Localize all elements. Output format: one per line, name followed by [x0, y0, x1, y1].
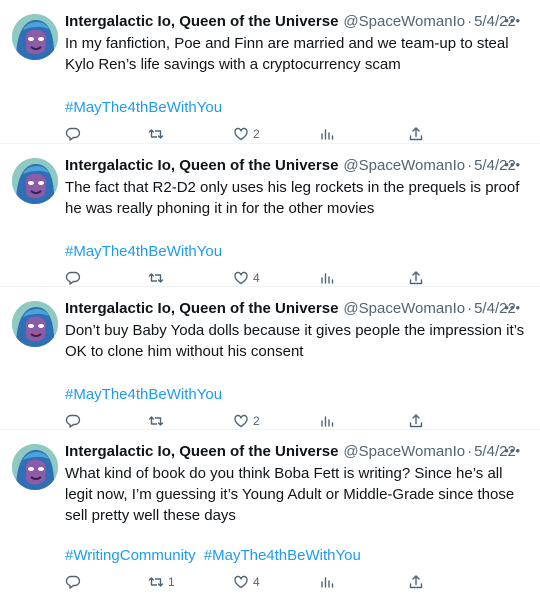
retweet-icon — [148, 126, 164, 142]
tweet[interactable]: Intergalactic Io, Queen of the Universe … — [0, 143, 540, 286]
author-name[interactable]: Intergalactic Io, Queen of the Universe — [65, 300, 338, 317]
reply-button[interactable] — [65, 413, 85, 429]
views-button[interactable] — [319, 270, 335, 286]
views-button[interactable] — [319, 126, 335, 142]
more-icon[interactable]: ••• — [504, 443, 521, 458]
tweet-actions: 1 4 — [65, 572, 527, 596]
hashtag-link[interactable]: #WritingCommunity — [65, 547, 196, 564]
tweet-feed: Intergalactic Io, Queen of the Universe … — [0, 0, 540, 589]
like-count: 4 — [253, 575, 260, 589]
author-handle[interactable]: @SpaceWomanIo — [343, 300, 465, 317]
avatar[interactable] — [12, 444, 58, 490]
separator-dot: · — [467, 156, 473, 174]
tweet-hashtags: #WritingCommunity #MayThe4thBeWithYou — [65, 545, 527, 566]
reply-icon — [65, 270, 81, 286]
share-button[interactable] — [408, 413, 424, 429]
reply-button[interactable] — [65, 574, 85, 590]
share-button[interactable] — [408, 270, 424, 286]
more-icon[interactable]: ••• — [504, 300, 521, 315]
views-icon — [319, 574, 335, 590]
tweet-content: Intergalactic Io, Queen of the Universe … — [65, 154, 527, 292]
separator-dot: · — [467, 299, 473, 317]
retweet-icon — [148, 413, 164, 429]
more-icon[interactable]: ••• — [504, 13, 521, 28]
hashtag-link[interactable]: #MayThe4thBeWithYou — [65, 243, 222, 260]
share-icon — [408, 574, 424, 590]
author-name[interactable]: Intergalactic Io, Queen of the Universe — [65, 13, 338, 30]
tweet[interactable]: Intergalactic Io, Queen of the Universe … — [0, 0, 540, 143]
reply-button[interactable] — [65, 270, 85, 286]
tweet-header: Intergalactic Io, Queen of the Universe … — [65, 440, 527, 462]
tweet-hashtags: #MayThe4thBeWithYou — [65, 97, 527, 118]
retweet-icon — [148, 574, 164, 590]
author-handle[interactable]: @SpaceWomanIo — [343, 13, 465, 30]
tweet-hashtags: #MayThe4thBeWithYou — [65, 241, 527, 262]
tweet-header: Intergalactic Io, Queen of the Universe … — [65, 154, 527, 176]
retweet-button[interactable]: 1 — [148, 574, 175, 590]
tweet-hashtags: #MayThe4thBeWithYou — [65, 384, 527, 405]
tweet-text: In my fanfiction, Poe and Finn are marri… — [65, 35, 509, 73]
like-count: 4 — [253, 271, 260, 285]
tweet[interactable]: Intergalactic Io, Queen of the Universe … — [0, 286, 540, 429]
avatar[interactable] — [12, 301, 58, 347]
like-count: 2 — [253, 414, 260, 428]
tweet-text: Don’t buy Baby Yoda dolls because it giv… — [65, 322, 525, 360]
like-button[interactable]: 4 — [233, 270, 260, 286]
separator-dot: · — [467, 442, 473, 460]
reply-icon — [65, 126, 81, 142]
views-icon — [319, 126, 335, 142]
avatar[interactable] — [12, 14, 58, 60]
tweet-text: What kind of book do you think Boba Fett… — [65, 465, 515, 524]
author-name[interactable]: Intergalactic Io, Queen of the Universe — [65, 443, 338, 460]
retweet-button[interactable] — [148, 126, 168, 142]
reply-icon — [65, 574, 81, 590]
like-button[interactable]: 2 — [233, 413, 260, 429]
views-icon — [319, 413, 335, 429]
tweet-content: Intergalactic Io, Queen of the Universe … — [65, 10, 527, 148]
share-icon — [408, 413, 424, 429]
views-icon — [319, 270, 335, 286]
tweet-content: Intergalactic Io, Queen of the Universe … — [65, 440, 527, 596]
hashtag-link[interactable]: #MayThe4thBeWithYou — [65, 99, 222, 116]
like-button[interactable]: 2 — [233, 126, 260, 142]
author-handle[interactable]: @SpaceWomanIo — [343, 157, 465, 174]
tweet-text: The fact that R2-D2 only uses his leg ro… — [65, 179, 520, 217]
retweet-button[interactable] — [148, 270, 168, 286]
heart-icon — [233, 574, 249, 590]
like-button[interactable]: 4 — [233, 574, 260, 590]
reply-button[interactable] — [65, 126, 85, 142]
author-handle[interactable]: @SpaceWomanIo — [343, 443, 465, 460]
retweet-button[interactable] — [148, 413, 168, 429]
tweet[interactable]: Intergalactic Io, Queen of the Universe … — [0, 429, 540, 589]
share-button[interactable] — [408, 574, 424, 590]
views-button[interactable] — [319, 413, 335, 429]
avatar[interactable] — [12, 158, 58, 204]
separator-dot: · — [467, 12, 473, 30]
hashtag-link[interactable]: #MayThe4thBeWithYou — [65, 386, 222, 403]
reply-icon — [65, 413, 81, 429]
heart-icon — [233, 270, 249, 286]
more-icon[interactable]: ••• — [504, 157, 521, 172]
retweet-icon — [148, 270, 164, 286]
share-icon — [408, 126, 424, 142]
like-count: 2 — [253, 127, 260, 141]
heart-icon — [233, 413, 249, 429]
share-button[interactable] — [408, 126, 424, 142]
retweet-count: 1 — [168, 575, 175, 589]
views-button[interactable] — [319, 574, 335, 590]
tweet-header: Intergalactic Io, Queen of the Universe … — [65, 297, 527, 319]
hashtag-link[interactable]: #MayThe4thBeWithYou — [204, 547, 361, 564]
heart-icon — [233, 126, 249, 142]
tweet-content: Intergalactic Io, Queen of the Universe … — [65, 297, 527, 435]
tweet-header: Intergalactic Io, Queen of the Universe … — [65, 10, 527, 32]
share-icon — [408, 270, 424, 286]
author-name[interactable]: Intergalactic Io, Queen of the Universe — [65, 157, 338, 174]
